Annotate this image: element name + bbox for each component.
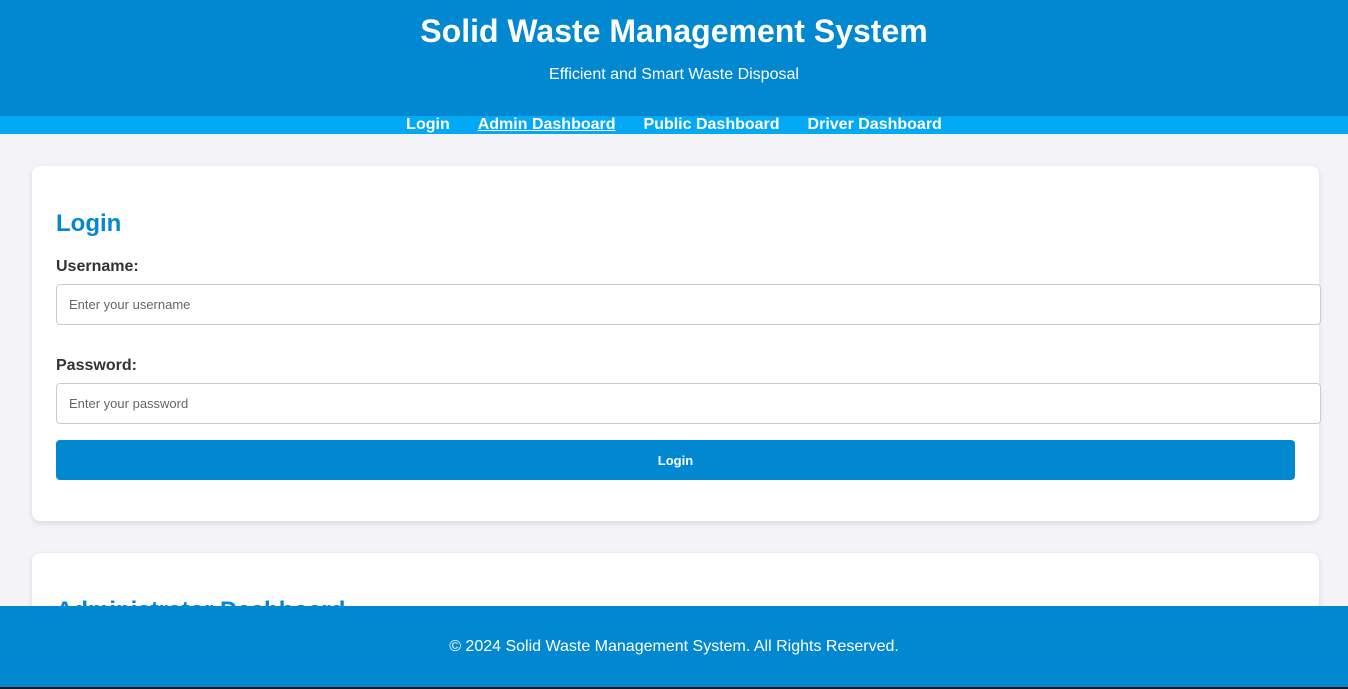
username-input[interactable]: [56, 284, 1321, 325]
login-card: Login Username: Password: Login: [32, 166, 1321, 521]
login-title: Login: [56, 210, 122, 237]
nav-link-public-dashboard[interactable]: Public Dashboard: [644, 116, 780, 134]
username-label: Username:: [56, 258, 139, 275]
site-footer: © 2024 Solid Waste Management System. Al…: [0, 606, 1348, 689]
site-header: Solid Waste Management System Efficient …: [0, 0, 1348, 116]
login-button[interactable]: Login: [56, 440, 1295, 480]
main-nav: Login Admin Dashboard Public Dashboard D…: [0, 116, 1348, 134]
site-subtitle: Efficient and Smart Waste Disposal: [549, 66, 799, 83]
footer-copyright: © 2024 Solid Waste Management System. Al…: [449, 638, 899, 655]
nav-link-admin-dashboard[interactable]: Admin Dashboard: [478, 116, 616, 134]
site-title: Solid Waste Management System: [420, 13, 928, 49]
password-input[interactable]: [56, 383, 1321, 424]
nav-link-driver-dashboard[interactable]: Driver Dashboard: [808, 116, 942, 134]
nav-link-login[interactable]: Login: [406, 116, 450, 134]
password-label: Password:: [56, 357, 137, 374]
